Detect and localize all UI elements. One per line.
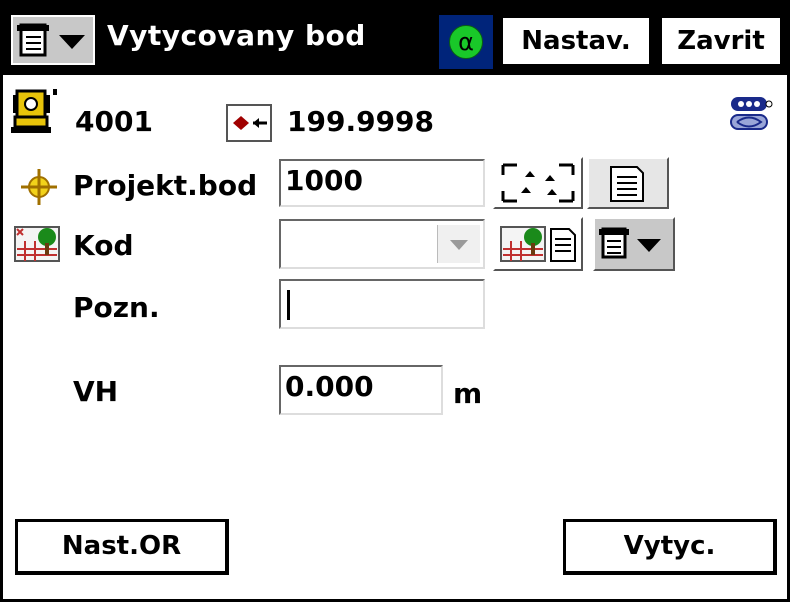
close-button[interactable]: Zavrit bbox=[659, 15, 783, 67]
chevron-down-icon bbox=[450, 240, 468, 250]
height-input[interactable]: 0.000 bbox=[279, 365, 443, 415]
map-select-button[interactable] bbox=[493, 157, 583, 209]
backsight-icon[interactable] bbox=[225, 103, 273, 143]
text-cursor bbox=[287, 290, 290, 320]
point-label: Projekt.bod bbox=[73, 169, 258, 202]
code-library-button[interactable] bbox=[493, 217, 583, 271]
dropdown-arrow[interactable] bbox=[437, 225, 480, 263]
crosshair-icon bbox=[19, 167, 59, 207]
settings-button[interactable]: Nastav. bbox=[500, 15, 652, 67]
title-bar: Vytycovany bod α Nastav. Zavrit bbox=[3, 3, 787, 75]
alpha-icon: α bbox=[449, 25, 483, 59]
orientation-button[interactable]: Nast.OR bbox=[15, 519, 229, 575]
code-label: Kod bbox=[73, 229, 134, 262]
code-menu-button[interactable] bbox=[593, 217, 675, 271]
connection-icon[interactable] bbox=[729, 95, 773, 139]
height-unit: m bbox=[453, 377, 483, 410]
menu-list-icon bbox=[17, 23, 85, 57]
input-mode-indicator[interactable]: α bbox=[439, 15, 493, 69]
total-station-icon[interactable] bbox=[9, 87, 63, 137]
menu-button[interactable] bbox=[11, 15, 95, 65]
note-label: Pozn. bbox=[73, 291, 160, 324]
code-map-icon bbox=[13, 221, 63, 265]
app-window: Vytycovany bod α Nastav. Zavrit 4001 199… bbox=[0, 0, 790, 602]
stakeout-button[interactable]: Vytyc. bbox=[563, 519, 777, 575]
height-label: VH bbox=[73, 375, 119, 408]
map-select-icon bbox=[501, 163, 575, 203]
note-input[interactable] bbox=[279, 279, 485, 329]
point-input[interactable]: 1000 bbox=[279, 159, 485, 207]
code-library-icon bbox=[500, 226, 576, 262]
backsight-value: 199.9998 bbox=[287, 105, 435, 138]
point-list-button[interactable] bbox=[587, 157, 669, 209]
point-list-icon bbox=[610, 166, 644, 202]
window-title: Vytycovany bod bbox=[107, 19, 366, 52]
menu-list-icon bbox=[599, 227, 661, 259]
station-id: 4001 bbox=[75, 105, 153, 138]
